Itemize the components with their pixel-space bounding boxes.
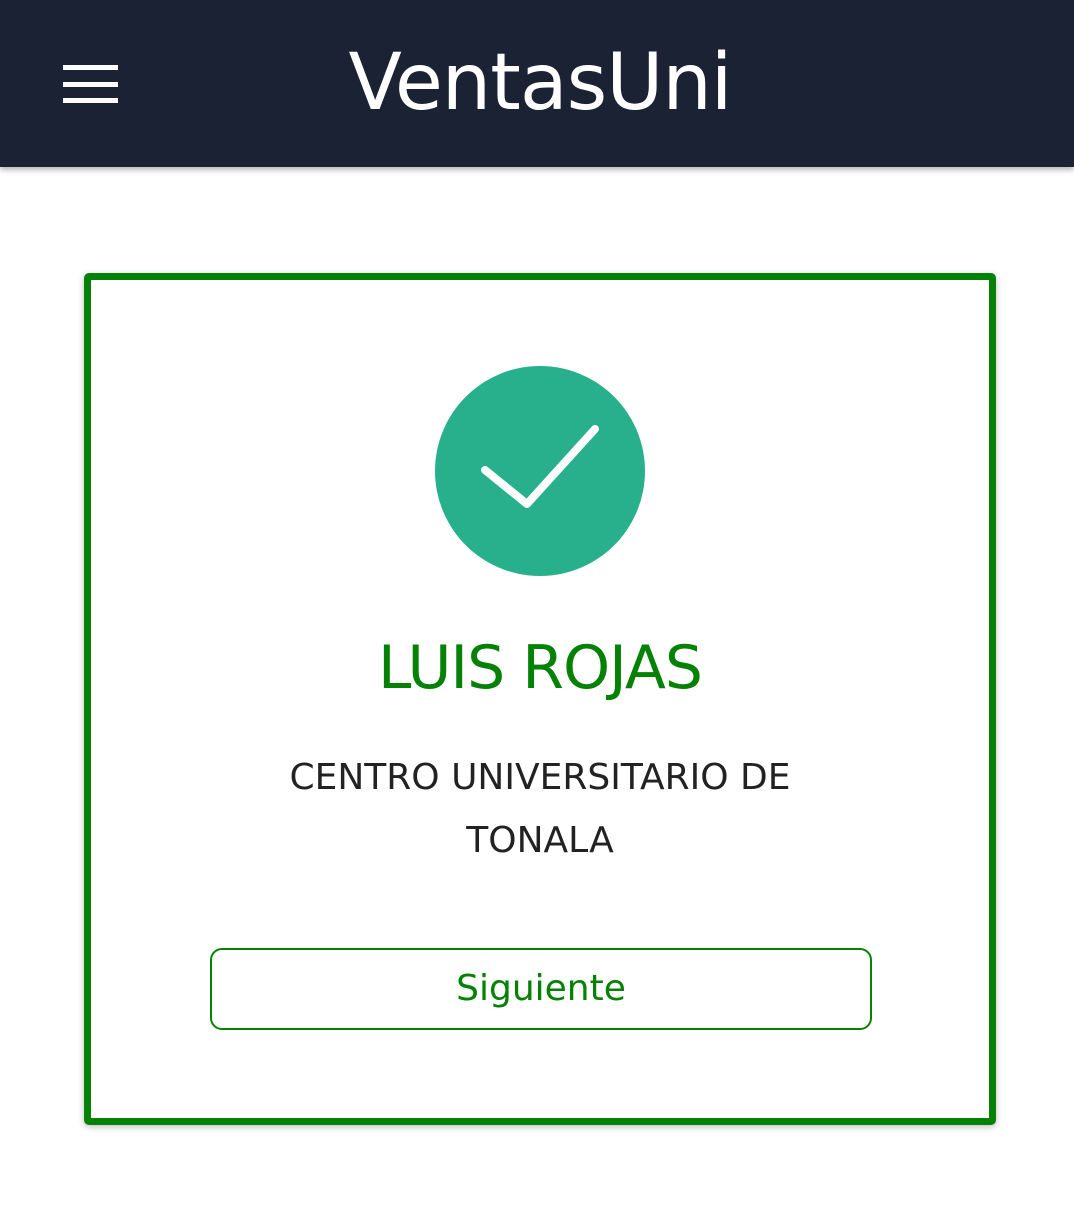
- checkmark-circle-icon: [435, 366, 645, 576]
- next-button[interactable]: Siguiente: [210, 948, 872, 1030]
- user-name: LUIS ROJAS: [378, 633, 703, 703]
- app-title: VentasUni: [348, 38, 733, 128]
- app-header: VentasUni: [0, 0, 1074, 167]
- campus-name: CENTRO UNIVERSITARIO DE TONALA: [289, 757, 791, 861]
- result-card: LUIS ROJAS CENTRO UNIVERSITARIO DE TONAL…: [84, 273, 996, 1125]
